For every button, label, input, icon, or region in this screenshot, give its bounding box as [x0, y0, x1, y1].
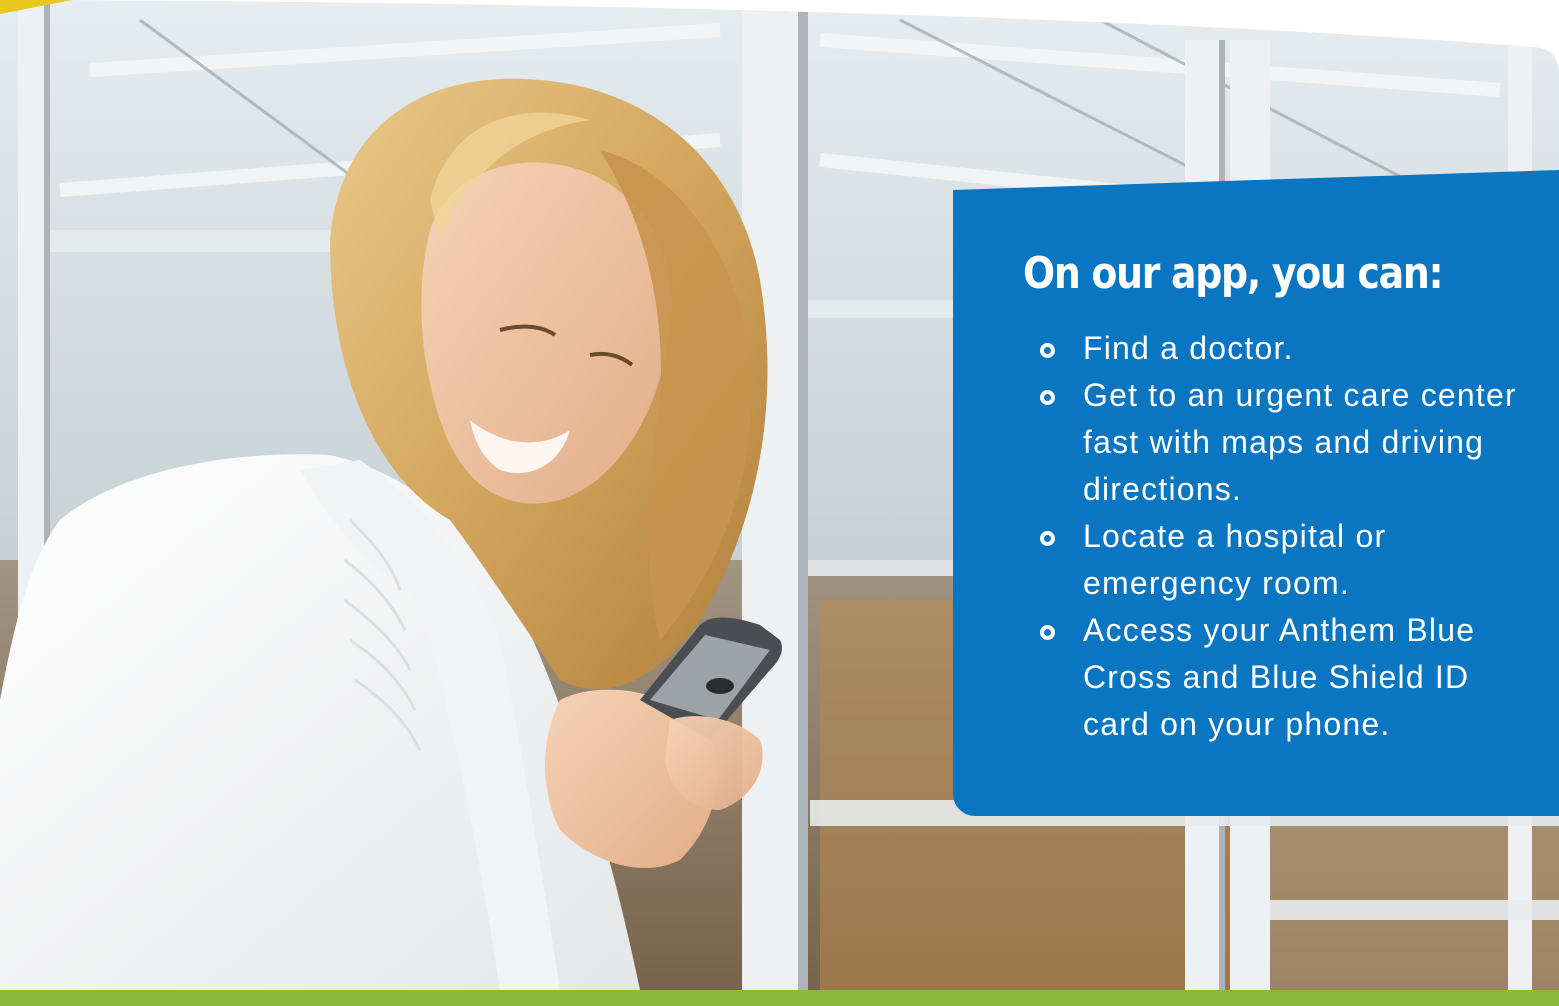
- feature-list: Find a doctor. Get to an urgent care cen…: [1037, 325, 1537, 748]
- feature-text: Locate a hospital or emergency room.: [1083, 518, 1387, 601]
- feature-text: Access your Anthem Blue Cross and Blue S…: [1083, 612, 1476, 742]
- promo-page: On our app, you can: Find a doctor. Get …: [0, 0, 1559, 1006]
- bullet-circle-icon: [1040, 390, 1055, 405]
- panel-heading: On our app, you can:: [1023, 248, 1444, 299]
- bullet-circle-icon: [1040, 531, 1055, 546]
- app-features-panel: On our app, you can: Find a doctor. Get …: [953, 170, 1559, 816]
- feature-text: Find a doctor.: [1083, 330, 1294, 366]
- list-item: Get to an urgent care center fast with m…: [1037, 372, 1537, 513]
- list-item: Access your Anthem Blue Cross and Blue S…: [1037, 607, 1537, 748]
- list-item: Find a doctor.: [1037, 325, 1537, 372]
- feature-text: Get to an urgent care center fast with m…: [1083, 377, 1517, 507]
- bullet-circle-icon: [1040, 625, 1055, 640]
- bullet-circle-icon: [1040, 343, 1055, 358]
- green-bottom-strip: [0, 990, 1559, 1006]
- list-item: Locate a hospital or emergency room.: [1037, 513, 1537, 607]
